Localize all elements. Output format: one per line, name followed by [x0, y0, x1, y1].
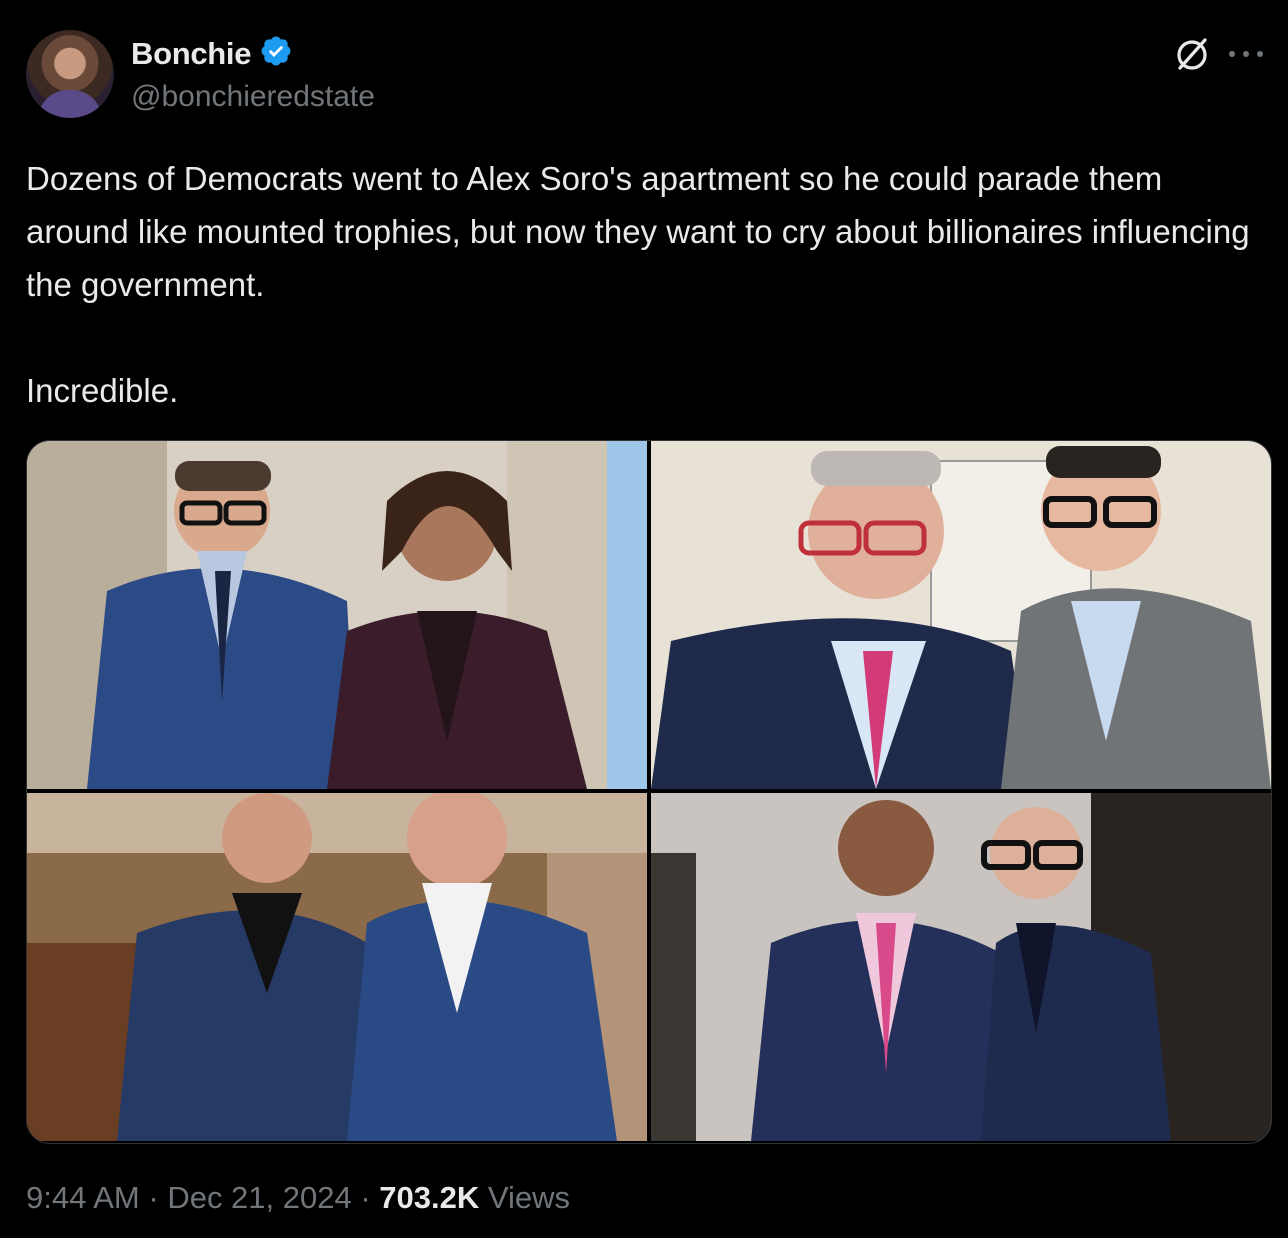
tweet-meta: 9:44 AM · Dec 21, 2024 · 703.2K Views: [26, 1180, 570, 1216]
author-name-row: Bonchie: [131, 34, 293, 73]
grok-icon[interactable]: [1172, 34, 1212, 74]
tweet-paragraph: Dozens of Democrats went to Alex Soro's …: [26, 160, 1259, 303]
photo-1[interactable]: [27, 441, 647, 789]
tweet-text: Dozens of Democrats went to Alex Soro's …: [26, 152, 1266, 417]
tweet-paragraph: Incredible.: [26, 372, 179, 409]
tweet-date[interactable]: Dec 21, 2024: [167, 1180, 351, 1216]
meta-separator: ·: [351, 1180, 380, 1215]
tweet-time[interactable]: 9:44 AM: [26, 1180, 140, 1216]
author-display-name[interactable]: Bonchie: [131, 36, 252, 72]
views-count[interactable]: 703.2K: [379, 1180, 479, 1216]
verified-badge-icon: [259, 34, 293, 73]
photo-4[interactable]: [651, 793, 1271, 1141]
photo-3[interactable]: [27, 793, 647, 1141]
photo-2[interactable]: [651, 441, 1271, 789]
meta-separator: ·: [139, 1180, 168, 1215]
author-handle[interactable]: @bonchieredstate: [131, 80, 375, 114]
media-grid: [26, 440, 1272, 1144]
author-avatar[interactable]: [26, 30, 114, 118]
more-options-icon[interactable]: [1224, 44, 1268, 64]
avatar-shirt: [38, 90, 102, 118]
views-label[interactable]: Views: [479, 1180, 570, 1216]
